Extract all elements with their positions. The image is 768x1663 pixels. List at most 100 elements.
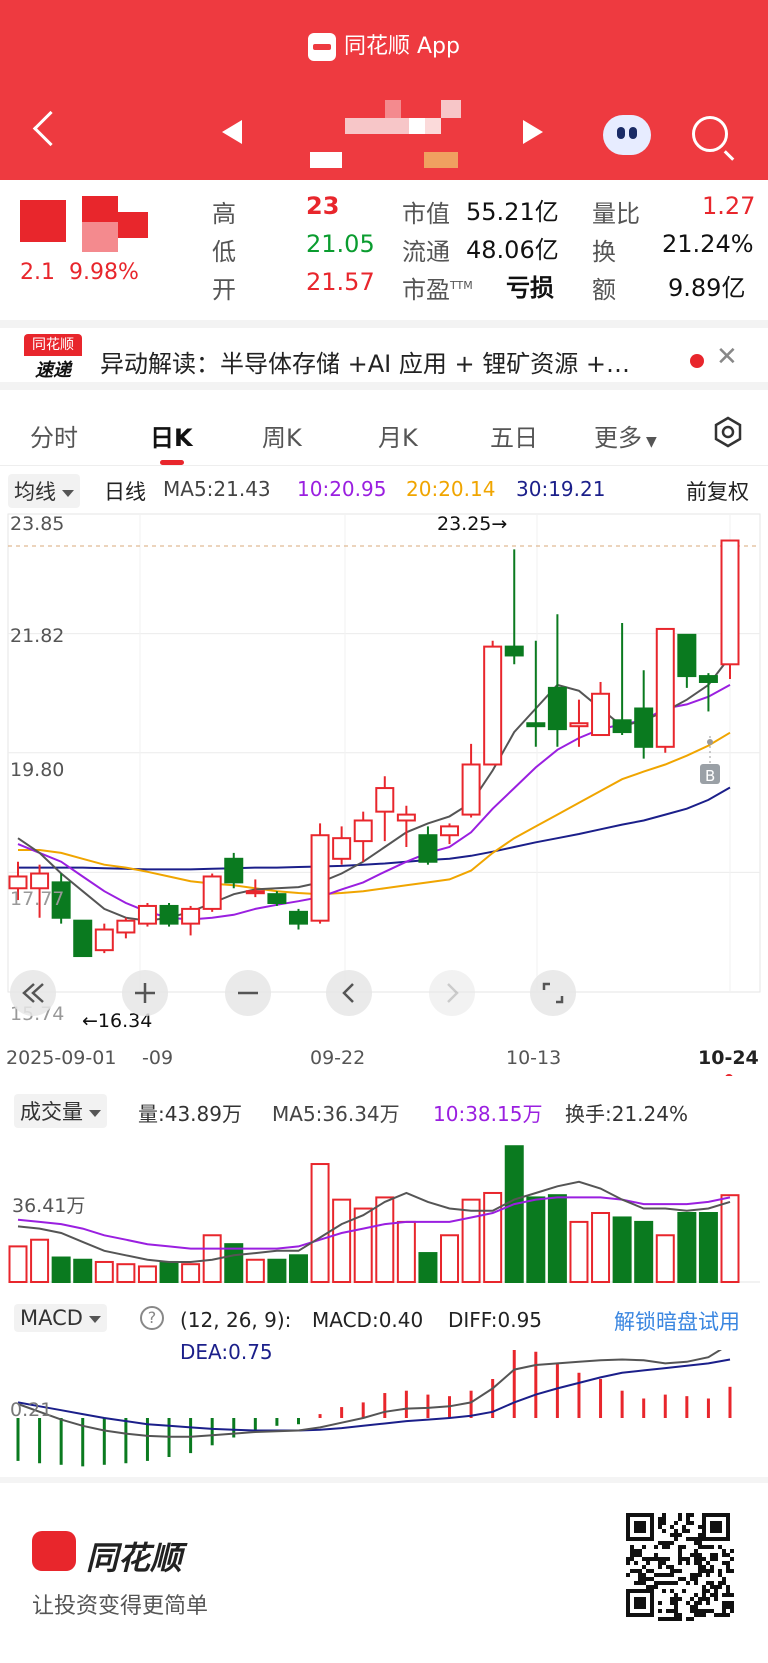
qr-module [690,1577,694,1581]
candle-body [547,686,567,731]
prev-stock-button[interactable] [222,120,242,144]
adjust-mode-toggle[interactable]: 前复权 [686,476,749,506]
amount-value: 9.89亿 [668,274,746,302]
date-label-0: 2025-09-01 [6,1047,116,1069]
qr-module [710,1545,714,1549]
qr-module [682,1525,686,1529]
candle-body [267,893,287,905]
qr-module [690,1521,694,1525]
qr-module [714,1553,718,1557]
collapse-left-button[interactable] [10,970,56,1016]
tab-intraday[interactable]: 分时 [30,418,78,453]
qr-module [682,1589,686,1593]
qr-module [678,1545,682,1549]
back-button[interactable] [30,110,64,150]
qr-module [706,1589,710,1593]
minus-icon [238,991,258,995]
qr-module [698,1533,702,1537]
qr-module [702,1585,706,1589]
news-alert-bar[interactable]: 同花顺 速递 异动解读：半导体存储 +AI 应用 + 锂矿资源 +… ✕ [0,320,768,390]
qr-module [670,1569,674,1573]
qr-module [698,1609,702,1613]
date-label-2: 09-22 [310,1047,365,1069]
zoom-out-button[interactable] [225,970,271,1016]
app-name: 同花顺 App [344,34,460,59]
qr-module [654,1557,658,1561]
qr-module [702,1593,706,1597]
footer-brand: 同花顺 [86,1539,183,1577]
qr-module [694,1537,698,1541]
qr-module [706,1569,710,1573]
qr-module [698,1541,702,1545]
qr-module [646,1569,650,1573]
qr-module [698,1613,702,1617]
qr-module [650,1569,654,1573]
fullscreen-button[interactable] [530,970,576,1016]
pe-ttm: TTM [450,279,473,292]
robot-assistant-icon[interactable] [603,115,651,155]
qr-module [638,1573,642,1577]
qr-module [702,1613,706,1617]
alert-text[interactable]: 异动解读：半导体存储 +AI 应用 + 锂矿资源 +… [100,344,630,379]
zoom-in-button[interactable] [122,970,168,1016]
latest-date-dot [725,1074,733,1076]
qr-module [722,1601,726,1605]
qr-module [710,1569,714,1573]
qr-module [666,1617,670,1621]
qr-module [662,1545,666,1549]
tab-more[interactable]: 更多 ▼ [594,418,657,453]
qr-module [654,1581,658,1585]
tab-daily-k[interactable]: 日K [150,418,193,453]
qr-module [730,1549,734,1553]
close-icon[interactable]: ✕ [716,342,738,372]
volume-bar [591,1212,611,1283]
macd-selector[interactable]: MACD [14,1304,107,1332]
b-marker-dot [707,739,713,745]
diff-value: DIFF:0.95 [448,1308,543,1332]
qr-module [674,1537,678,1541]
tab-five-day[interactable]: 五日 [490,418,538,453]
next-stock-button[interactable] [523,120,543,144]
high-marker: 23.25→ [437,513,507,535]
qr-module [694,1561,698,1565]
macd-params: (12, 26, 9): [180,1308,292,1332]
volume-bar [181,1263,201,1283]
qr-module [662,1517,666,1521]
ma30-value: 30:19.21 [516,477,606,501]
unlock-trial-link[interactable]: 解锁暗盘试用 [614,1306,740,1336]
qr-module [670,1597,674,1601]
pan-left-button[interactable] [326,970,372,1016]
volume-bar [655,1234,675,1283]
qr-finder-center [634,1521,646,1533]
volume-bar [94,1260,114,1283]
kline-chart[interactable]: 23.85 21.82 19.80 17.77 15.74 23.25→ ←16… [0,506,768,1036]
y-label-3: 19.80 [10,759,64,781]
app-header: 同花顺 App [0,0,768,180]
price-redacted [20,196,150,256]
volume-selector[interactable]: 成交量 [14,1094,107,1128]
qr-module [666,1581,670,1585]
pan-right-button[interactable] [429,970,475,1016]
qr-module [710,1585,714,1589]
candle-body [137,904,157,925]
settings-icon[interactable] [712,416,744,448]
volume-bars [8,1145,740,1284]
qr-module [678,1557,682,1561]
qr-module [698,1573,702,1577]
candle-body [634,707,654,748]
qr-module [630,1569,634,1573]
qr-module [666,1541,670,1545]
ma-selector[interactable]: 均线 [8,474,80,508]
macd-chart[interactable]: 0.21 [0,1350,768,1477]
volume-chart[interactable]: 36.41万 [0,1132,768,1284]
tab-monthly-k[interactable]: 月K [378,418,418,453]
help-icon[interactable]: ? [140,1306,164,1330]
search-icon[interactable] [692,116,728,152]
qr-module [694,1577,698,1581]
qr-module [674,1617,678,1621]
qr-module [694,1601,698,1605]
ma10-value: 10:20.95 [297,477,387,501]
tab-weekly-k[interactable]: 周K [262,418,302,453]
ma5-value: MA5:21.43 [163,477,271,501]
volume-bar [526,1196,546,1283]
